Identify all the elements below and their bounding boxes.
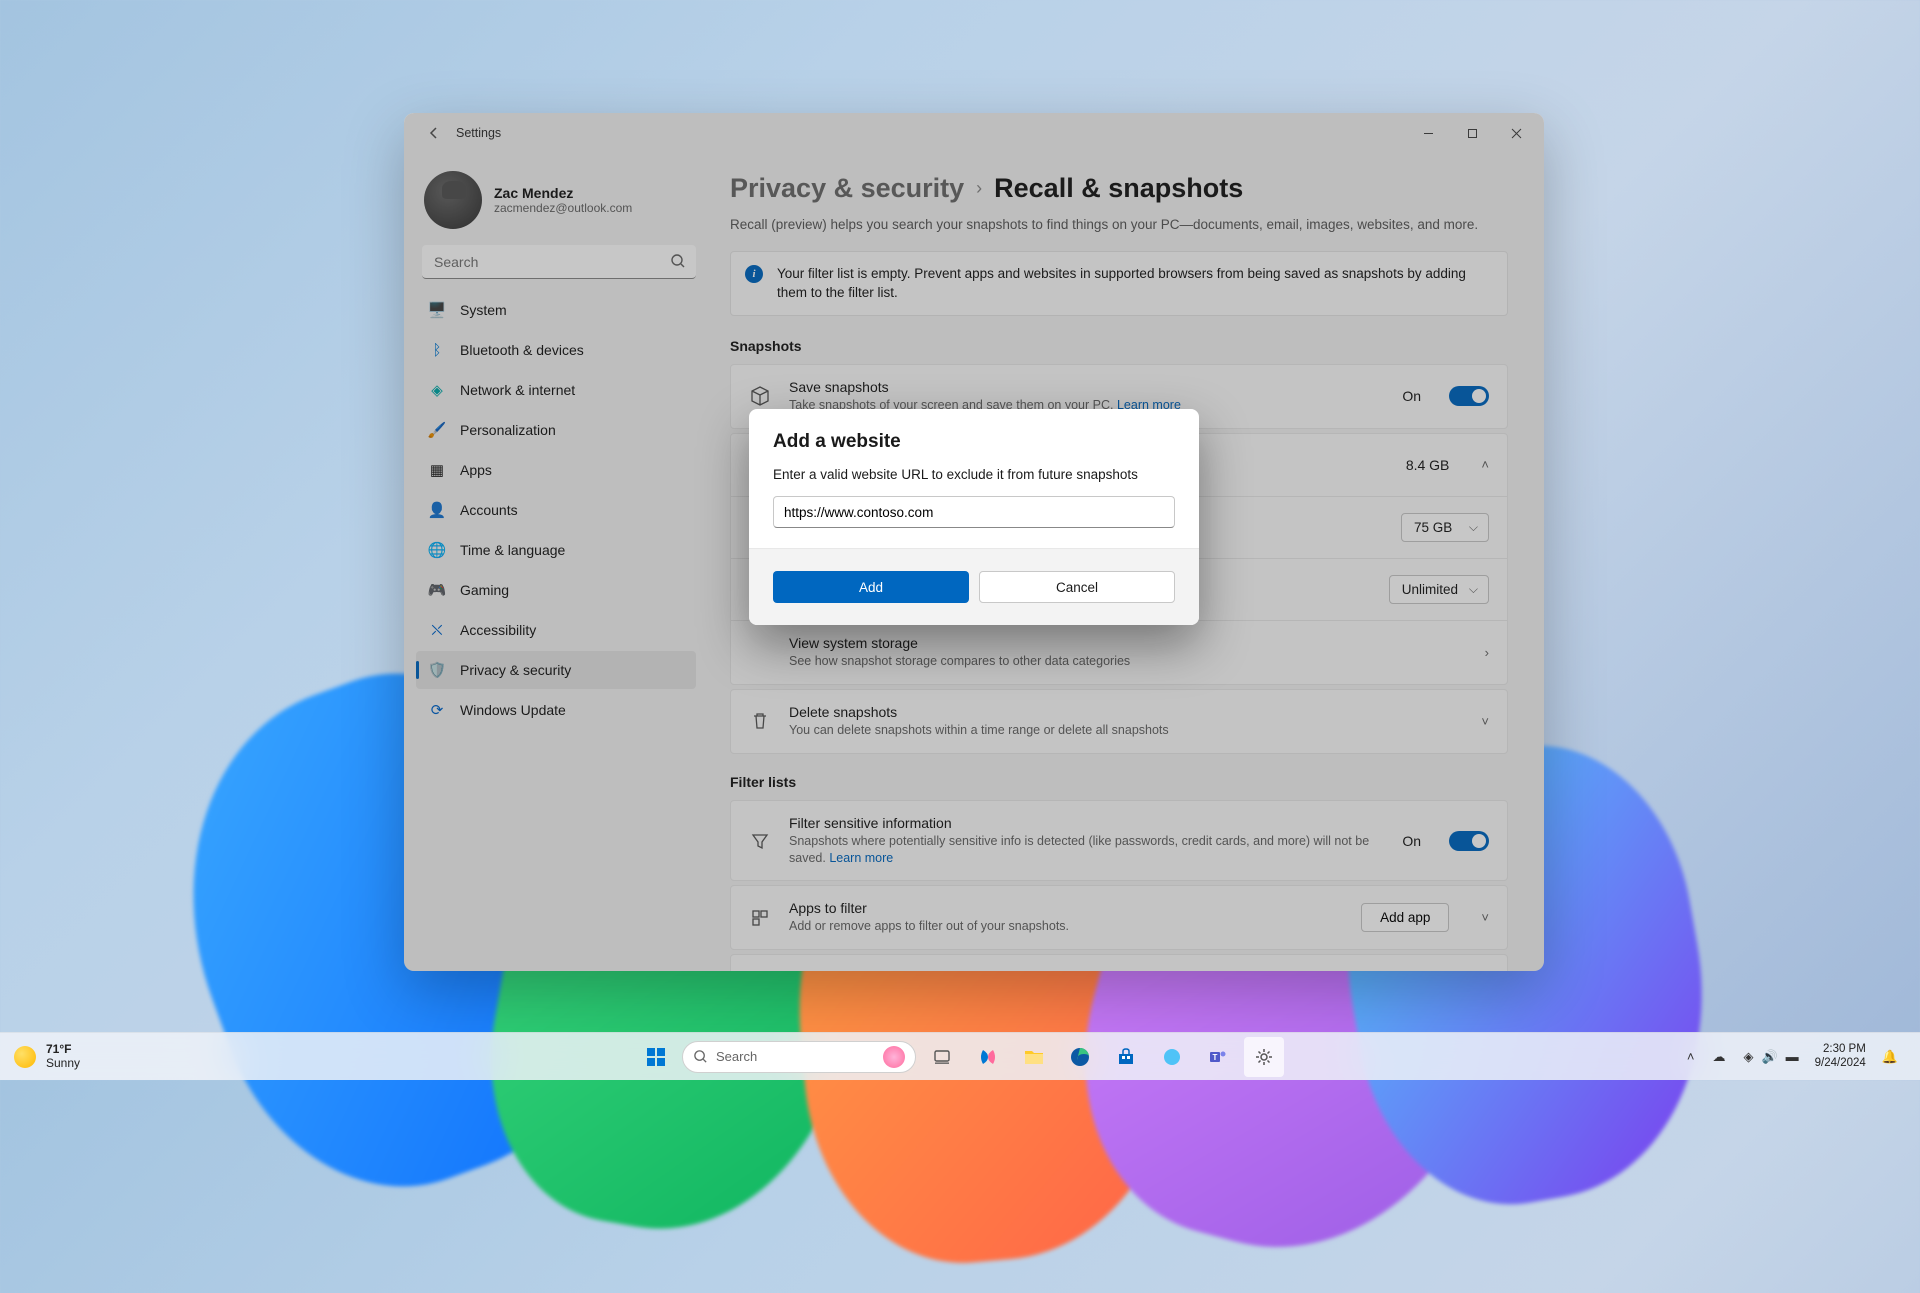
modal-title: Add a website (773, 431, 1175, 453)
store-icon[interactable] (1106, 1037, 1146, 1077)
website-url-input[interactable] (773, 496, 1175, 528)
modal-description: Enter a valid website URL to exclude it … (773, 467, 1175, 482)
settings-app-icon[interactable] (1244, 1037, 1284, 1077)
tray-icons[interactable]: ◈ 🔊 ▬ (1735, 1049, 1806, 1065)
task-view-icon[interactable] (922, 1037, 962, 1077)
volume-tray-icon: 🔊 (1761, 1049, 1777, 1065)
notifications-icon[interactable]: 🔔 (1874, 1049, 1906, 1065)
teams-icon[interactable]: T (1198, 1037, 1238, 1077)
svg-text:T: T (1213, 1053, 1218, 1062)
taskbar: 71°F Sunny Search T ˄ ☁ ◈ 🔊 ▬ 2:30 PM 9/… (0, 1032, 1920, 1080)
tray-chevron[interactable]: ˄ (1679, 1049, 1703, 1064)
start-button[interactable] (636, 1037, 676, 1077)
edge-icon[interactable] (1060, 1037, 1100, 1077)
battery-tray-icon: ▬ (1786, 1049, 1799, 1064)
file-explorer-icon[interactable] (1014, 1037, 1054, 1077)
add-website-modal: Add a website Enter a valid website URL … (749, 409, 1199, 625)
copilot-app-icon[interactable] (1152, 1037, 1192, 1077)
search-highlight-icon (883, 1046, 905, 1068)
taskbar-search[interactable]: Search (682, 1041, 916, 1073)
weather-widget[interactable]: 71°F Sunny (14, 1043, 80, 1071)
weather-icon (14, 1046, 36, 1068)
add-button[interactable]: Add (773, 571, 969, 603)
modal-scrim[interactable]: Add a website Enter a valid website URL … (404, 113, 1544, 971)
wifi-tray-icon: ◈ (1743, 1049, 1753, 1065)
settings-window: Settings Zac Mendez zacmendez@outlook.co… (404, 113, 1544, 971)
search-icon (693, 1049, 708, 1064)
tray-onedrive-icon[interactable]: ☁ (1704, 1049, 1733, 1065)
cancel-button[interactable]: Cancel (979, 571, 1175, 603)
copilot-icon[interactable] (968, 1037, 1008, 1077)
taskbar-clock[interactable]: 2:30 PM 9/24/2024 (1809, 1043, 1872, 1071)
